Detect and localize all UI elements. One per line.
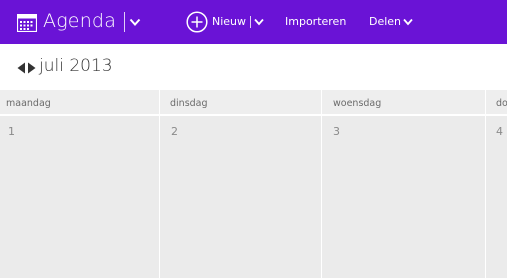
new-divider	[250, 16, 251, 28]
day-header-tuesday: dinsdag	[170, 98, 208, 109]
plus-circle-icon[interactable]	[186, 11, 208, 33]
share-button[interactable]: Delen	[369, 15, 401, 28]
new-button[interactable]: Nieuw	[212, 15, 246, 28]
column-divider	[485, 90, 486, 278]
app-title[interactable]: Agenda	[43, 10, 116, 32]
arrow-right-icon[interactable]	[27, 62, 36, 74]
chevron-down-icon[interactable]	[129, 17, 141, 27]
day-cell-3[interactable]	[322, 116, 485, 278]
day-header-wednesday: woensdag	[333, 98, 382, 109]
top-bar: Agenda Nieuw Importeren Delen	[0, 0, 507, 44]
day-number: 4	[496, 125, 503, 138]
day-number: 3	[333, 125, 340, 138]
title-divider	[124, 12, 125, 32]
column-divider	[321, 90, 322, 278]
day-header-thursday: do	[496, 98, 507, 109]
column-divider	[159, 90, 160, 278]
calendar-icon[interactable]	[17, 14, 37, 32]
day-header-monday: maandag	[6, 98, 51, 109]
chevron-down-icon[interactable]	[254, 18, 264, 26]
day-number: 2	[171, 125, 178, 138]
arrow-left-icon[interactable]	[17, 62, 26, 74]
chevron-down-icon[interactable]	[403, 18, 413, 26]
day-number: 1	[8, 125, 15, 138]
day-cell-1[interactable]	[0, 116, 159, 278]
import-button[interactable]: Importeren	[285, 15, 346, 28]
day-cell-2[interactable]	[160, 116, 321, 278]
month-label: juli 2013	[39, 56, 113, 76]
day-cell-4[interactable]	[486, 116, 507, 278]
